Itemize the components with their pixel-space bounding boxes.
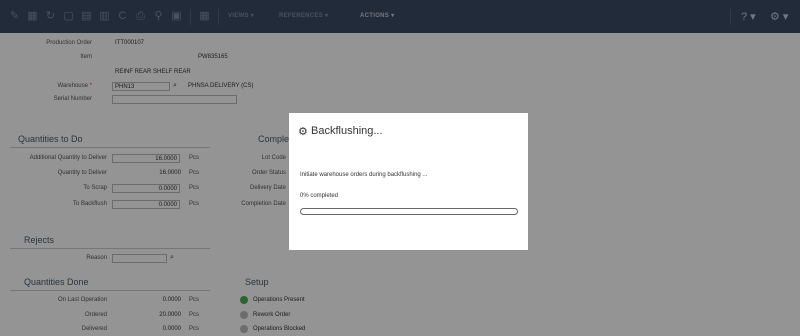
backflushing-dialog: ⚙ Backflushing... Initiate warehouse ord…: [289, 113, 528, 250]
dialog-message: Initiate warehouse orders during backflu…: [300, 172, 428, 178]
gear-icon: ⚙: [298, 126, 308, 138]
progress-text: 0% completed: [300, 193, 339, 199]
dialog-title: Backflushing...: [311, 125, 383, 137]
progress-bar: [300, 208, 518, 215]
